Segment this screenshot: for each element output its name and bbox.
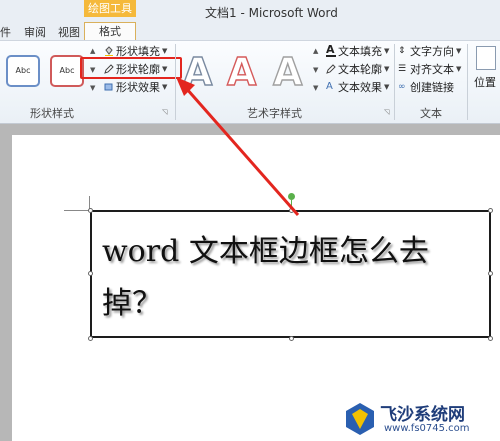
watermark-url: www.fs0745.com (384, 423, 470, 434)
text-fill-icon: A (326, 43, 336, 57)
text-fill-label: 文本填充 (338, 45, 382, 58)
resize-handle-s[interactable] (289, 336, 294, 341)
window-title: 文档1 - Microsoft Word (205, 6, 338, 20)
tab-review[interactable]: 审阅 (24, 24, 46, 40)
wordart-style-gray[interactable]: A (182, 49, 213, 94)
group-separator (394, 44, 395, 120)
tab-view[interactable]: 视图 (58, 24, 80, 40)
dialog-launcher-icon[interactable]: ◹ (162, 108, 167, 116)
position-button-label[interactable]: 位置 (474, 74, 496, 90)
gallery-more-icon[interactable]: ▼ (90, 84, 95, 92)
resize-handle-e[interactable] (488, 271, 493, 276)
title-bar: 绘图工具 文档1 - Microsoft Word (0, 0, 500, 22)
wordart-style-red[interactable]: A (226, 49, 257, 94)
position-icon[interactable] (476, 46, 496, 70)
shape-effects-icon (104, 83, 113, 91)
paint-bucket-icon (105, 46, 113, 56)
align-text-button[interactable]: ☰ 对齐文本 ▼ (398, 61, 461, 77)
text-effects-button[interactable]: A 文本效果 ▼ (326, 79, 389, 95)
gallery-up-arrow-icon[interactable]: ▲ (90, 47, 95, 55)
margin-corner-mark (64, 210, 90, 211)
wordart-gallery-more-icon[interactable]: ▼ (313, 84, 318, 92)
text-direction-icon: ⇕ (398, 46, 406, 56)
text-direction-label: 文字方向 (410, 45, 454, 58)
ribbon-tab-row: 件 审阅 视图 格式 (0, 22, 500, 40)
resize-handle-ne[interactable] (488, 208, 493, 213)
group-label-text: 文本 (420, 107, 442, 120)
tab-file[interactable]: 件 (0, 24, 11, 40)
text-box[interactable]: word 文本框边框怎么去掉？ (90, 210, 491, 338)
text-fill-button[interactable]: A 文本填充 ▼ (326, 43, 389, 59)
create-link-button[interactable]: ∞ 创建链接 (398, 79, 454, 95)
create-link-label: 创建链接 (410, 81, 454, 94)
watermark-logo-icon (346, 403, 374, 435)
create-link-icon: ∞ (398, 82, 406, 92)
shape-outline-highlight-box (80, 57, 182, 79)
text-outline-button[interactable]: 文本轮廓 ▼ (326, 61, 389, 77)
group-label-shape-styles: 形状样式 (30, 107, 74, 120)
shape-style-preview-red[interactable]: Abc (50, 55, 84, 87)
text-effects-label: 文本效果 (338, 81, 382, 94)
text-direction-button[interactable]: ⇕ 文字方向 ▼ (398, 43, 461, 59)
resize-handle-se[interactable] (488, 336, 493, 341)
group-separator (175, 44, 176, 120)
resize-handle-w[interactable] (88, 271, 93, 276)
watermark-title: 飞沙系统网 (380, 405, 465, 425)
shape-effects-button[interactable]: 形状效果 ▼ (104, 79, 167, 95)
align-text-icon: ☰ (398, 64, 407, 74)
site-watermark: 飞沙系统网 www.fs0745.com (340, 398, 500, 441)
shape-style-preview-blue[interactable]: Abc (6, 55, 40, 87)
wordart-style-light[interactable]: A (272, 49, 303, 94)
text-outline-label: 文本轮廓 (338, 63, 382, 76)
group-separator (467, 44, 468, 120)
shape-effects-label: 形状效果 (116, 81, 160, 94)
resize-handle-n[interactable] (289, 208, 294, 213)
drawing-tools-contextual-tab: 绘图工具 (84, 0, 136, 17)
tab-format[interactable]: 格式 (84, 22, 136, 40)
text-outline-icon (326, 64, 336, 74)
wordart-gallery-down-icon[interactable]: ▼ (313, 66, 318, 74)
text-effects-icon: A (326, 81, 333, 92)
align-text-label: 对齐文本 (410, 63, 454, 76)
text-box-content[interactable]: word 文本框边框怎么去掉？ (102, 226, 482, 330)
resize-handle-sw[interactable] (88, 336, 93, 341)
dialog-launcher-icon[interactable]: ◹ (384, 108, 389, 116)
resize-handle-nw[interactable] (88, 208, 93, 213)
wordart-gallery-up-icon[interactable]: ▲ (313, 47, 318, 55)
rotate-handle[interactable] (288, 193, 295, 200)
group-label-wordart-styles: 艺术字样式 (247, 107, 302, 120)
